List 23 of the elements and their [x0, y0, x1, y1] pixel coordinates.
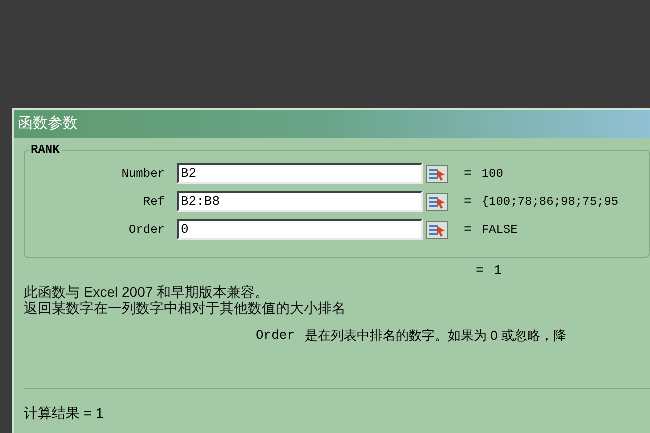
- argument-result: {100;78;86;98;75;95: [482, 194, 619, 210]
- equals-sign: =: [464, 192, 472, 211]
- function-description: 返回某数字在一列数字中相对于其他数值的大小排名: [24, 300, 347, 316]
- collapse-dialog-icon[interactable]: [426, 192, 448, 210]
- argument-label: Order: [128, 222, 166, 238]
- equals-sign: =: [464, 220, 472, 239]
- calculation-result: 计算结果 = 1: [24, 404, 105, 423]
- collapse-dialog-icon[interactable]: [426, 164, 448, 182]
- argument-input[interactable]: B2: [177, 163, 423, 184]
- argument-result: FALSE: [482, 222, 518, 238]
- equals-sign: =: [476, 262, 484, 280]
- argument-name: Order: [256, 328, 296, 344]
- argument-help-text: 是在列表中排名的数字。如果为 0 或忽略，降: [305, 328, 566, 344]
- argument-label: Ref: [142, 194, 166, 210]
- argument-label: Number: [120, 166, 166, 182]
- window-title: 函数参数: [14, 110, 650, 138]
- formula-result: 1: [494, 262, 502, 280]
- collapse-dialog-icon[interactable]: [426, 220, 448, 238]
- argument-result: 100: [482, 166, 504, 182]
- function-description: 此函数与 Excel 2007 和早期版本兼容。: [24, 284, 270, 300]
- argument-input[interactable]: 0: [177, 219, 423, 240]
- equals-sign: =: [464, 164, 472, 183]
- argument-input[interactable]: B2:B8: [177, 191, 423, 212]
